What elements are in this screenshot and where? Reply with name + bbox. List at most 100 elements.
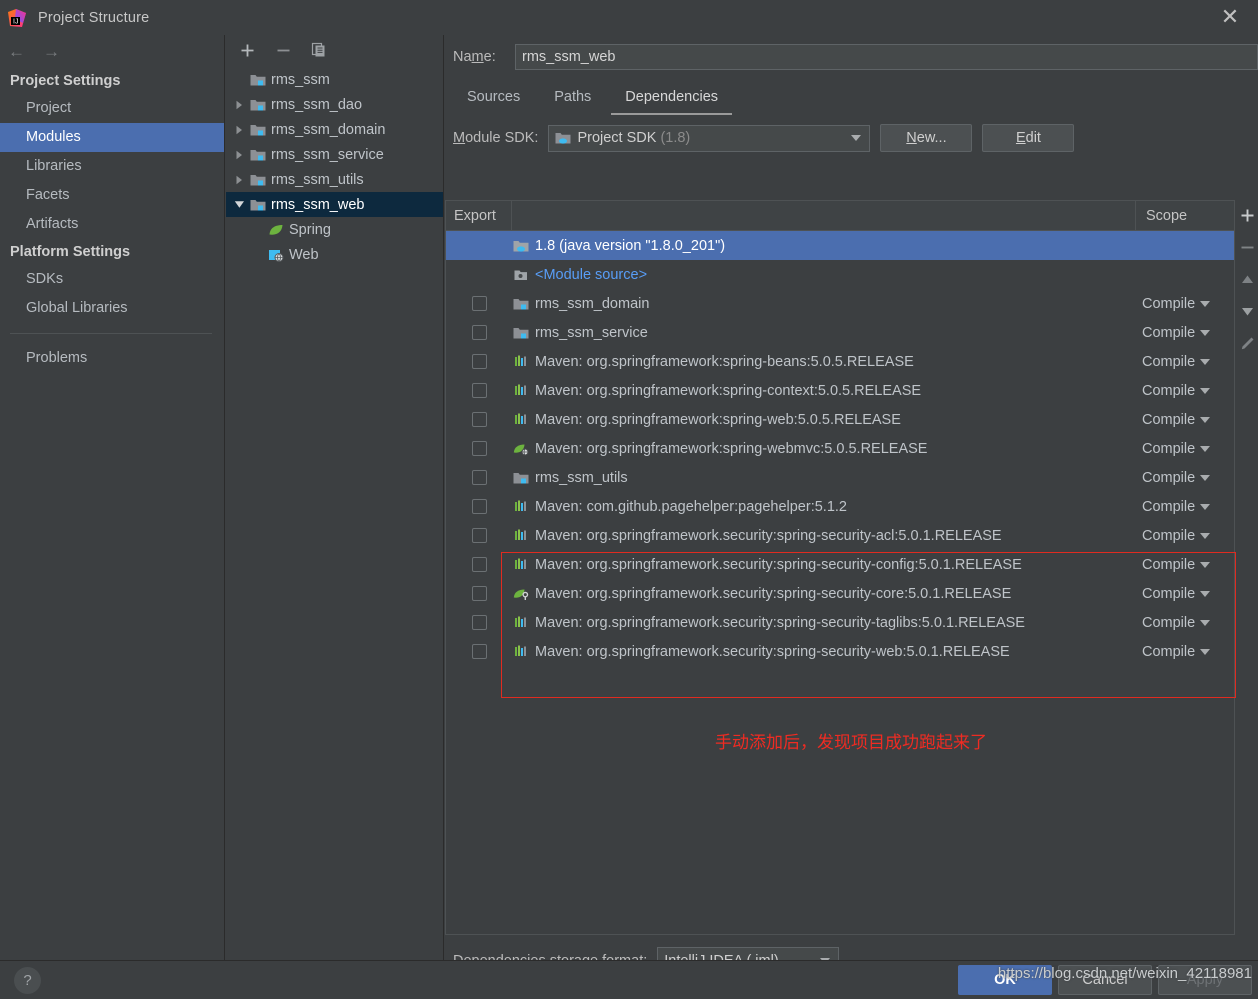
table-row[interactable]: Maven: org.springframework:spring-web:5.… xyxy=(446,405,1234,434)
export-checkbox[interactable] xyxy=(471,499,487,514)
scope-cell[interactable]: Compile xyxy=(1136,557,1234,573)
module-tree-node-web[interactable]: Web xyxy=(226,242,443,267)
column-header-export[interactable]: Export xyxy=(446,201,512,230)
forward-arrow-icon[interactable]: → xyxy=(43,43,60,60)
table-row[interactable]: 1.8 (java version "1.8.0_201") xyxy=(446,231,1234,260)
module-tree-node-rms-ssm-web[interactable]: rms_ssm_web xyxy=(226,192,443,217)
table-row[interactable]: Maven: org.springframework:spring-contex… xyxy=(446,376,1234,405)
sidebar-item-project[interactable]: Project xyxy=(0,94,224,123)
add-module-icon[interactable] xyxy=(238,41,256,59)
dependency-name-cell: rms_ssm_service xyxy=(512,325,1136,341)
scope-cell[interactable]: Compile xyxy=(1136,412,1234,428)
column-header-scope[interactable]: Scope xyxy=(1136,201,1234,230)
close-icon[interactable]: ✕ xyxy=(1208,0,1252,35)
export-checkbox[interactable] xyxy=(471,412,487,427)
dependency-name-label: rms_ssm_service xyxy=(535,324,648,341)
export-cell[interactable] xyxy=(446,354,512,369)
export-checkbox[interactable] xyxy=(471,528,487,543)
module-tree-node-rms-ssm-domain[interactable]: rms_ssm_domain xyxy=(226,117,443,142)
module-tree-node-rms-ssm-utils[interactable]: rms_ssm_utils xyxy=(226,167,443,192)
export-cell[interactable] xyxy=(446,412,512,427)
add-dependency-icon[interactable] xyxy=(1237,204,1257,226)
remove-module-icon[interactable] xyxy=(274,41,292,59)
table-row[interactable]: Maven: org.springframework:spring-webmvc… xyxy=(446,434,1234,463)
export-checkbox[interactable] xyxy=(471,470,487,485)
export-checkbox[interactable] xyxy=(471,441,487,456)
scope-cell[interactable]: Compile xyxy=(1136,586,1234,602)
table-row[interactable]: rms_ssm_utils Compile xyxy=(446,463,1234,492)
help-button[interactable]: ? xyxy=(14,967,41,994)
table-row[interactable]: Maven: org.springframework.security:spri… xyxy=(446,550,1234,579)
sidebar-item-global-libraries[interactable]: Global Libraries xyxy=(0,294,224,323)
tab-paths[interactable]: Paths xyxy=(540,83,605,115)
scope-cell[interactable]: Compile xyxy=(1136,499,1234,515)
table-row[interactable]: <Module source> xyxy=(446,260,1234,289)
move-down-icon[interactable] xyxy=(1237,300,1257,322)
chevron-right-icon[interactable] xyxy=(230,100,248,110)
scope-cell[interactable]: Compile xyxy=(1136,296,1234,312)
table-row[interactable]: Maven: org.springframework.security:spri… xyxy=(446,608,1234,637)
module-tree-node-rms-ssm-dao[interactable]: rms_ssm_dao xyxy=(226,92,443,117)
export-cell[interactable] xyxy=(446,470,512,485)
export-cell[interactable] xyxy=(446,499,512,514)
module-tree-node-rms-ssm-service[interactable]: rms_ssm_service xyxy=(226,142,443,167)
table-row[interactable]: Maven: com.github.pagehelper:pagehelper:… xyxy=(446,492,1234,521)
scope-cell[interactable]: Compile xyxy=(1136,383,1234,399)
table-row[interactable]: Maven: org.springframework.security:spri… xyxy=(446,579,1234,608)
move-up-icon[interactable] xyxy=(1237,268,1257,290)
table-row[interactable]: Maven: org.springframework.security:spri… xyxy=(446,521,1234,550)
module-name-input[interactable] xyxy=(515,44,1258,70)
sidebar-item-sdks[interactable]: SDKs xyxy=(0,265,224,294)
edit-sdk-button[interactable]: Edit xyxy=(982,124,1075,152)
export-checkbox[interactable] xyxy=(471,354,487,369)
table-row[interactable]: Maven: org.springframework:spring-beans:… xyxy=(446,347,1234,376)
export-checkbox[interactable] xyxy=(471,557,487,572)
export-cell[interactable] xyxy=(446,615,512,630)
export-checkbox[interactable] xyxy=(471,586,487,601)
scope-cell[interactable]: Compile xyxy=(1136,325,1234,341)
export-cell[interactable] xyxy=(446,586,512,601)
export-checkbox[interactable] xyxy=(471,325,487,340)
back-arrow-icon[interactable]: ← xyxy=(8,43,25,60)
scope-cell[interactable]: Compile xyxy=(1136,528,1234,544)
chevron-right-icon[interactable] xyxy=(230,150,248,160)
chevron-down-icon[interactable] xyxy=(230,200,248,209)
dependencies-table: Export Scope 1.8 (java version "1.8.0_20… xyxy=(445,200,1236,935)
table-row[interactable]: rms_ssm_domain Compile xyxy=(446,289,1234,318)
table-row[interactable]: Maven: org.springframework.security:spri… xyxy=(446,637,1234,666)
export-cell[interactable] xyxy=(446,296,512,311)
new-sdk-button[interactable]: New... xyxy=(880,124,973,152)
export-cell[interactable] xyxy=(446,325,512,340)
chevron-right-icon[interactable] xyxy=(230,175,248,185)
module-tree-node-spring[interactable]: Spring xyxy=(226,217,443,242)
export-checkbox[interactable] xyxy=(471,644,487,659)
export-cell[interactable] xyxy=(446,644,512,659)
scope-cell[interactable]: Compile xyxy=(1136,615,1234,631)
table-row[interactable]: rms_ssm_service Compile xyxy=(446,318,1234,347)
sidebar-item-problems[interactable]: Problems xyxy=(0,344,224,373)
export-checkbox[interactable] xyxy=(471,296,487,311)
scope-cell[interactable]: Compile xyxy=(1136,441,1234,457)
copy-module-icon[interactable] xyxy=(310,41,328,59)
tab-dependencies[interactable]: Dependencies xyxy=(611,83,733,115)
sidebar-item-artifacts[interactable]: Artifacts xyxy=(0,210,224,239)
export-cell[interactable] xyxy=(446,528,512,543)
sidebar-item-libraries[interactable]: Libraries xyxy=(0,152,224,181)
scope-cell[interactable]: Compile xyxy=(1136,644,1234,660)
module-tree-node-rms-ssm[interactable]: rms_ssm xyxy=(226,67,443,92)
edit-dependency-icon[interactable] xyxy=(1237,332,1257,354)
module-sdk-select[interactable]: Project SDK (1.8) xyxy=(548,124,871,152)
export-checkbox[interactable] xyxy=(471,615,487,630)
export-cell[interactable] xyxy=(446,557,512,572)
scope-value: Compile xyxy=(1142,527,1196,544)
export-cell[interactable] xyxy=(446,441,512,456)
export-cell[interactable] xyxy=(446,383,512,398)
scope-cell[interactable]: Compile xyxy=(1136,354,1234,370)
chevron-right-icon[interactable] xyxy=(230,125,248,135)
sidebar-item-facets[interactable]: Facets xyxy=(0,181,224,210)
scope-cell[interactable]: Compile xyxy=(1136,470,1234,486)
remove-dependency-icon[interactable] xyxy=(1237,236,1257,258)
sidebar-item-modules[interactable]: Modules xyxy=(0,123,224,152)
tab-sources[interactable]: Sources xyxy=(453,83,534,115)
export-checkbox[interactable] xyxy=(471,383,487,398)
